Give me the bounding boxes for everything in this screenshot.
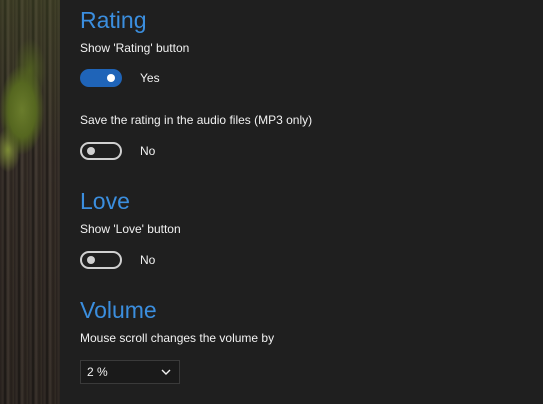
show-rating-button-label: Show 'Rating' button: [80, 41, 190, 55]
rating-section-title: Rating: [80, 7, 147, 33]
volume-section-title: Volume: [80, 297, 157, 323]
volume-step-select[interactable]: 2 %: [80, 360, 180, 384]
show-rating-button-row: Yes: [80, 67, 160, 89]
settings-window: Rating Show 'Rating' button Yes Save the…: [0, 0, 543, 404]
save-rating-in-files-label: Save the rating in the audio files (MP3 …: [80, 113, 313, 127]
show-love-button-toggle[interactable]: [80, 251, 122, 269]
save-rating-in-files-toggle[interactable]: [80, 142, 122, 160]
toggle-knob: [107, 74, 115, 82]
toggle-knob: [87, 256, 95, 264]
show-love-button-row: No: [80, 249, 155, 271]
settings-panel: Rating Show 'Rating' button Yes Save the…: [60, 0, 543, 404]
show-rating-button-state: Yes: [140, 71, 160, 85]
love-section-title: Love: [80, 188, 130, 214]
save-rating-in-files-row: No: [80, 140, 155, 162]
mouse-scroll-volume-label: Mouse scroll changes the volume by: [80, 331, 275, 345]
show-love-button-label: Show 'Love' button: [80, 222, 181, 236]
volume-step-value: 2 %: [87, 365, 108, 379]
toggle-knob: [87, 147, 95, 155]
save-rating-in-files-state: No: [140, 144, 156, 158]
background-photo: [0, 0, 60, 404]
show-rating-button-toggle[interactable]: [80, 69, 122, 87]
chevron-down-icon: [161, 367, 171, 377]
show-love-button-state: No: [140, 253, 156, 267]
